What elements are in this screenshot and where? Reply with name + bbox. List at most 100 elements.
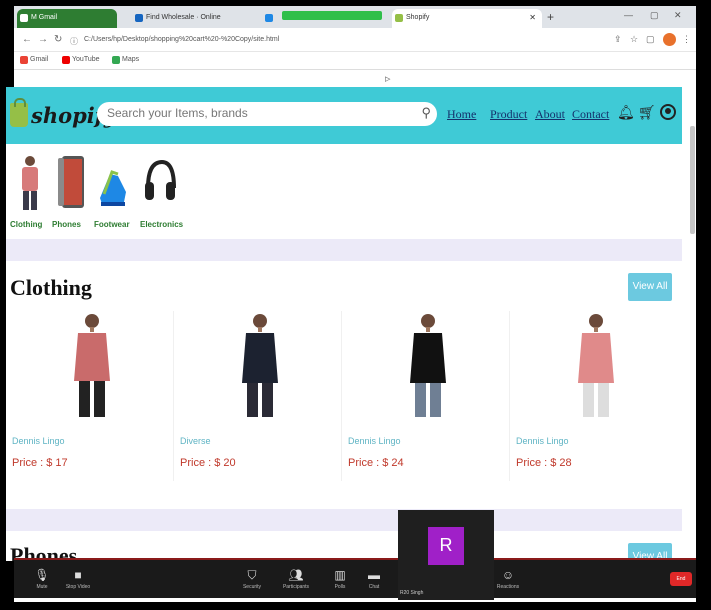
meeting-toolbar: 🎙︎ Mute ■ Stop Video ⛉ Security 👥︎ Participa…: [14, 558, 696, 598]
share-icon[interactable]: ⇪: [614, 34, 622, 45]
forward-icon[interactable]: →: [38, 34, 48, 45]
close-icon[interactable]: ✕: [529, 13, 536, 22]
headphones-icon: [145, 159, 176, 200]
nav-link-home[interactable]: Home: [447, 107, 476, 122]
security-button[interactable]: ⛉ Security: [238, 568, 266, 590]
search-placeholder: Search your Items, brands: [107, 106, 248, 120]
page-scrollbar[interactable]: [690, 126, 695, 234]
star-icon[interactable]: ☆: [630, 34, 638, 45]
control-label: Reactions: [496, 584, 520, 590]
product-image: [578, 314, 614, 417]
youtube-icon: [62, 56, 70, 64]
polls-button[interactable]: ▥ Polls: [326, 568, 354, 590]
info-icon: ⓘ: [70, 37, 78, 46]
product-card[interactable]: Dennis Lingo Price : $ 28: [514, 311, 678, 481]
reload-icon[interactable]: ↻: [54, 34, 62, 45]
bookmark-label: YouTube: [72, 56, 100, 63]
category-footwear[interactable]: Footwear: [94, 154, 136, 234]
tab-wholesale[interactable]: Find Wholesale · Online: [132, 9, 257, 28]
site-navbar: shopify Search your Items, brands ⚲ Home…: [6, 87, 682, 144]
product-card[interactable]: Diverse Price : $ 20: [178, 311, 342, 481]
section-divider: [6, 239, 682, 261]
mute-button[interactable]: 🎙︎ Mute: [28, 568, 56, 590]
mouse-cursor-icon: ▹: [385, 73, 391, 85]
end-meeting-button[interactable]: End: [670, 572, 692, 586]
user-icon[interactable]: [660, 104, 676, 120]
bookmark-label: Maps: [122, 56, 140, 63]
tab-gmail[interactable]: M Gmail: [17, 9, 117, 28]
tab-favicon-icon: [265, 14, 273, 22]
section-divider: [6, 509, 682, 531]
view-all-button[interactable]: View All: [628, 273, 672, 301]
control-label: Polls: [334, 584, 346, 590]
url-field[interactable]: C:/Users/hp/Desktop/shopping%20cart%20-%…: [84, 33, 594, 48]
control-label: Chat: [368, 584, 380, 590]
shopping-bag-icon: [10, 98, 28, 127]
bookmark-gmail[interactable]: Gmail: [20, 56, 49, 64]
category-label: Electronics: [140, 220, 184, 229]
reaction-icon: ☺: [501, 568, 515, 582]
clothing-section: Clothing View All Dennis Lingo Price : $…: [6, 261, 682, 509]
tab-bar: M Gmail Find Wholesale · Online Shopify ✕…: [14, 6, 696, 28]
product-price: Price : $ 20: [180, 457, 236, 469]
category-clothing[interactable]: Clothing: [10, 154, 52, 234]
bookmark-youtube[interactable]: YouTube: [62, 56, 100, 64]
participants-icon: 👥︎: [288, 568, 304, 582]
control-label: Security: [242, 584, 262, 590]
screen-share-indicator: [282, 11, 382, 20]
product-price: Price : $ 24: [348, 457, 404, 469]
tab-title: M Gmail: [31, 14, 58, 21]
product-price: Price : $ 17: [12, 457, 68, 469]
search-input[interactable]: Search your Items, brands ⚲: [97, 102, 437, 126]
product-card[interactable]: Dennis Lingo Price : $ 17: [10, 311, 174, 481]
bookmark-maps[interactable]: Maps: [112, 56, 140, 64]
stop-video-button[interactable]: ■ Stop Video: [64, 568, 92, 590]
close-window-icon[interactable]: ✕: [674, 10, 682, 21]
cart-icon[interactable]: 🛒︎: [638, 104, 656, 121]
tab-favicon-icon: [135, 14, 143, 22]
chat-button[interactable]: ▬ Chat: [360, 568, 388, 590]
product-card[interactable]: Dennis Lingo Price : $ 24: [346, 311, 510, 481]
participant-name: R20 Singh: [400, 590, 424, 596]
control-label: Stop Video: [65, 584, 91, 590]
poll-icon: ▥: [334, 568, 346, 582]
profile-avatar[interactable]: [663, 33, 676, 46]
extension-icon[interactable]: ▢: [646, 34, 655, 45]
menu-icon[interactable]: ⋮: [682, 34, 691, 45]
shoe-icon: [100, 170, 126, 206]
category-electronics[interactable]: Electronics: [140, 154, 184, 234]
reactions-button[interactable]: ☺ Reactions: [494, 568, 522, 590]
nav-link-contact[interactable]: Contact: [572, 107, 609, 122]
camera-icon: ■: [74, 568, 82, 582]
product-name[interactable]: Dennis Lingo: [516, 436, 569, 446]
product-name[interactable]: Dennis Lingo: [348, 436, 401, 446]
search-icon[interactable]: ⚲: [421, 105, 431, 121]
nav-link-product[interactable]: Product: [490, 107, 527, 122]
section-title: Clothing: [10, 275, 92, 300]
category-phones[interactable]: Phones: [52, 154, 94, 234]
product-image: [74, 314, 110, 417]
bookmarks-bar: Gmail YouTube Maps: [14, 52, 696, 70]
bell-icon[interactable]: 🔔︎: [617, 104, 635, 121]
tab-favicon-icon: [395, 14, 403, 22]
participants-button[interactable]: 👥︎ Participants: [282, 568, 310, 590]
product-name[interactable]: Dennis Lingo: [12, 436, 65, 446]
back-icon[interactable]: ←: [22, 34, 32, 45]
participant-avatar: R: [428, 527, 464, 565]
bookmark-label: Gmail: [30, 56, 49, 63]
minimize-icon[interactable]: —: [624, 10, 633, 20]
category-strip: Clothing Phones Footwear Electronics: [6, 144, 682, 239]
tab-shopify[interactable]: Shopify ✕: [392, 9, 542, 28]
participant-video-tile[interactable]: R R20 Singh: [398, 510, 494, 600]
control-label: Participants: [282, 584, 310, 590]
product-name[interactable]: Diverse: [180, 436, 211, 446]
category-label: Clothing: [10, 220, 43, 229]
maximize-icon[interactable]: ▢: [650, 10, 659, 21]
shield-icon: ⛉: [247, 568, 257, 582]
product-image: [410, 314, 446, 417]
new-tab-icon[interactable]: +: [547, 10, 554, 24]
nav-link-about[interactable]: About: [535, 107, 565, 122]
chat-icon: ▬: [368, 568, 380, 582]
control-label: Mute: [36, 584, 48, 590]
product-price: Price : $ 28: [516, 457, 572, 469]
